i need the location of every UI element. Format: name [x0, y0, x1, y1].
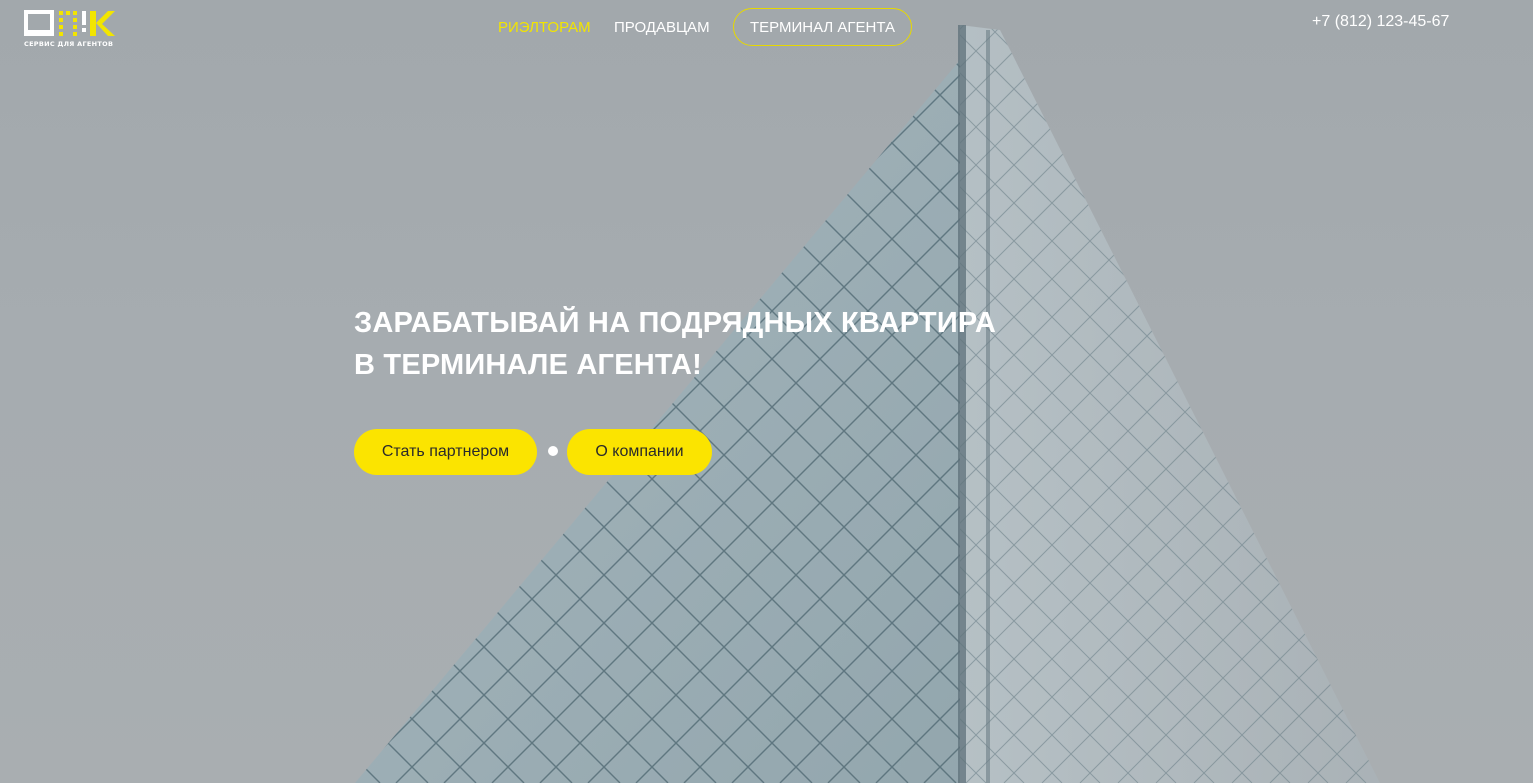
nav-terminal-button[interactable]: ТЕРМИНАЛ АГЕНТА: [733, 8, 912, 46]
separator-dot: [548, 446, 558, 456]
become-partner-button[interactable]: Стать партнером: [354, 429, 537, 475]
nav-sellers-link[interactable]: ПРОДАВЦАМ: [614, 19, 710, 36]
nav-realtors-link[interactable]: РИЭЛТОРАМ: [498, 19, 591, 36]
hero-background: [0, 0, 1533, 783]
phone-number[interactable]: +7 (812) 123-45-67: [1312, 13, 1449, 31]
building-background-image: [355, 25, 1380, 783]
hero-headline-line-2: В ТЕРМИНАЛЕ АГЕНТА!: [354, 349, 702, 381]
about-company-button[interactable]: О компании: [567, 429, 712, 475]
hero-headline: ЗАРАБАТЫВАЙ НА ПОДРЯДНЫХ КВАРТИРА В ТЕРМ…: [354, 302, 996, 386]
main-nav: РИЭЛТОРАМ ПРОДАВЦАМ ТЕРМИНАЛ АГЕНТА: [0, 8, 1533, 46]
hero-headline-line-1: ЗАРАБАТЫВАЙ НА ПОДРЯДНЫХ КВАРТИРА: [354, 307, 997, 339]
